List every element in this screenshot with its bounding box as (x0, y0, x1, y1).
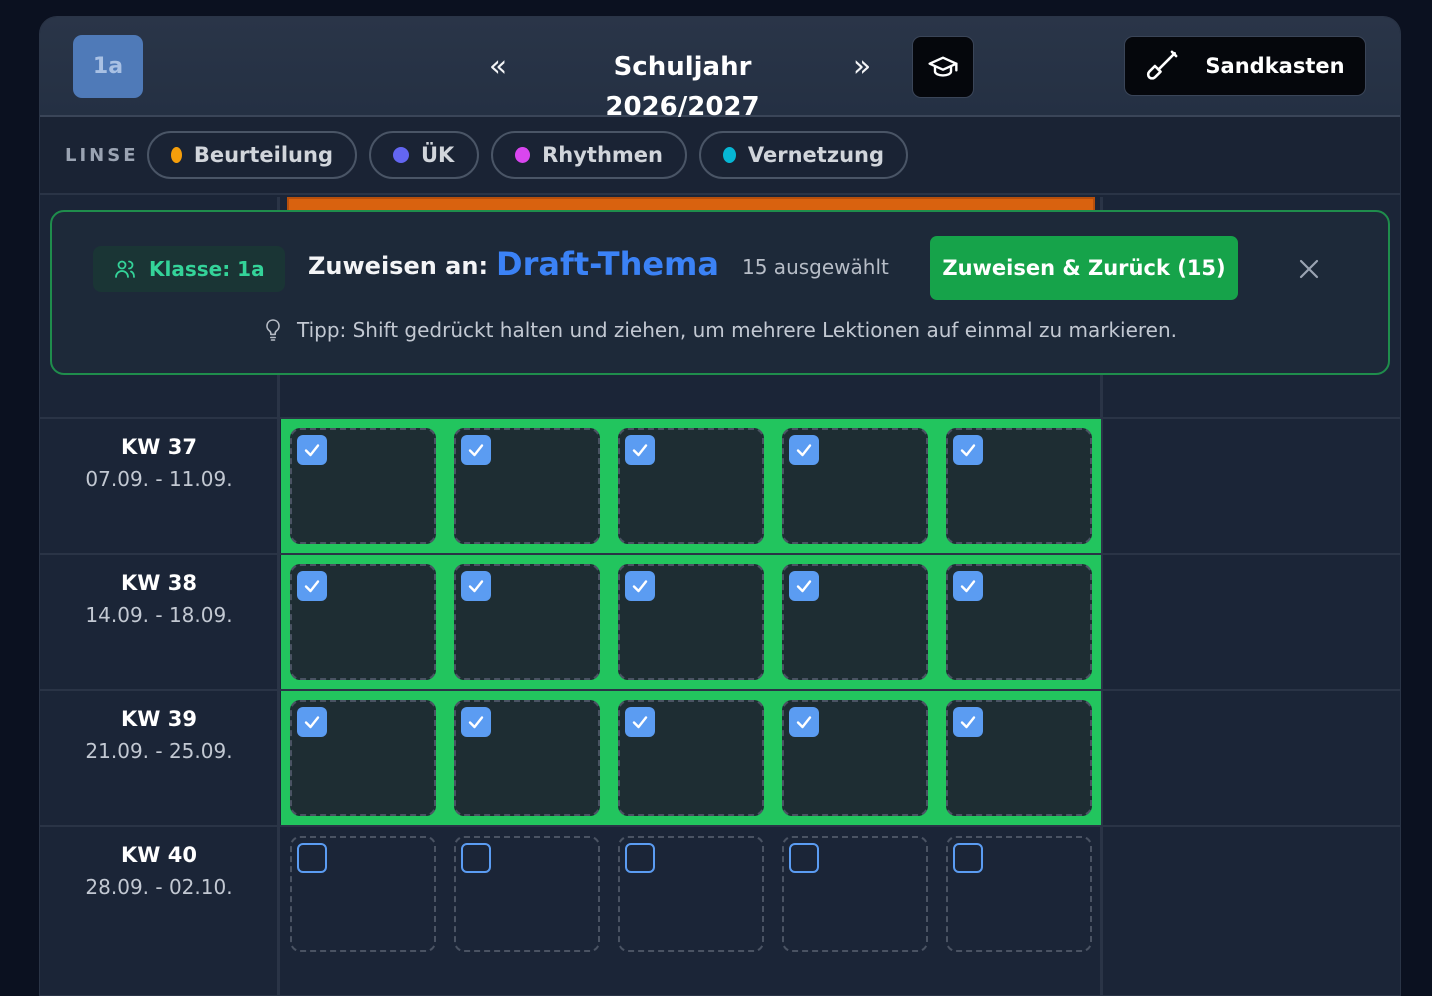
week-dates: 07.09. - 11.09. (85, 467, 233, 491)
lesson-slot[interactable] (445, 827, 609, 961)
checkbox-checked[interactable] (461, 571, 491, 601)
school-year-title: Schuljahr 2026/2027 (605, 52, 760, 122)
checkbox-checked[interactable] (789, 707, 819, 737)
checkbox-checked[interactable] (625, 707, 655, 737)
lesson-slot[interactable] (773, 419, 937, 553)
checkbox-checked[interactable] (953, 707, 983, 737)
checkbox-unchecked[interactable] (625, 843, 655, 873)
header-bar: 1a « Schuljahr 2026/2027 » Sandkasten (40, 17, 1400, 122)
assign-target: Draft-Thema (496, 245, 719, 283)
selected-count: 15 ausgewählt (742, 255, 889, 279)
week-label: KW 38 14.09. - 18.09. (40, 571, 278, 627)
lesson-slot[interactable] (445, 555, 609, 689)
lens-bar: LINSE Beurteilung ÜK Rhythmen Vernetzung (40, 117, 1400, 195)
klasse-label: Klasse: 1a (149, 257, 265, 281)
week-row: KW 40 28.09. - 02.10. (40, 825, 1400, 961)
lesson-slot[interactable] (609, 555, 773, 689)
checkbox-checked[interactable] (297, 571, 327, 601)
lens-chip-beurteilung[interactable]: Beurteilung (147, 131, 357, 179)
checkbox-checked[interactable] (789, 571, 819, 601)
week-row: KW 39 21.09. - 25.09. (40, 689, 1400, 825)
lens-label: LINSE (65, 145, 139, 166)
lesson-slot[interactable] (937, 827, 1101, 961)
checkbox-unchecked[interactable] (953, 843, 983, 873)
week-row: KW 38 14.09. - 18.09. (40, 553, 1400, 689)
week-dates: 28.09. - 02.10. (85, 875, 233, 899)
lens-chip-label: Beurteilung (193, 143, 333, 167)
lesson-slot[interactable] (445, 691, 609, 825)
sandbox-button[interactable]: Sandkasten (1124, 36, 1366, 96)
lens-dot (723, 147, 736, 163)
double-chevron-right-icon[interactable]: » (842, 47, 882, 87)
lens-chip-uek[interactable]: ÜK (369, 131, 479, 179)
lesson-slot[interactable] (609, 419, 773, 553)
checkbox-unchecked[interactable] (297, 843, 327, 873)
checkbox-checked[interactable] (625, 571, 655, 601)
klasse-chip: Klasse: 1a (93, 246, 285, 292)
lesson-slot[interactable] (281, 555, 445, 689)
week-number: KW 40 (121, 843, 197, 867)
assign-panel: Klasse: 1a Zuweisen an: Draft-Thema 15 a… (50, 210, 1390, 375)
lens-chip-label: Vernetzung (747, 143, 884, 167)
lesson-slot[interactable] (281, 691, 445, 825)
lesson-slot[interactable] (773, 691, 937, 825)
lesson-slot[interactable] (773, 555, 937, 689)
lesson-slot[interactable] (937, 691, 1101, 825)
checkbox-checked[interactable] (953, 571, 983, 601)
checkbox-checked[interactable] (625, 435, 655, 465)
graduation-cap-icon (928, 56, 958, 77)
close-icon (1299, 259, 1319, 279)
checkbox-unchecked[interactable] (461, 843, 491, 873)
week-label: KW 39 21.09. - 25.09. (40, 707, 278, 763)
week-label: KW 40 28.09. - 02.10. (40, 843, 278, 899)
graduation-button[interactable] (912, 36, 974, 98)
lesson-slot[interactable] (281, 419, 445, 553)
double-chevron-left-icon[interactable]: « (478, 47, 518, 87)
week-dates: 14.09. - 18.09. (85, 603, 233, 627)
checkbox-checked[interactable] (297, 435, 327, 465)
lesson-slot[interactable] (445, 419, 609, 553)
checkbox-checked[interactable] (789, 435, 819, 465)
checkbox-checked[interactable] (461, 707, 491, 737)
week-label: KW 37 07.09. - 11.09. (40, 435, 278, 491)
week-dates: 21.09. - 25.09. (85, 739, 233, 763)
checkbox-checked[interactable] (297, 707, 327, 737)
lens-chip-label: ÜK (421, 143, 455, 167)
tip-row: Tipp: Shift gedrückt halten und ziehen, … (52, 318, 1388, 342)
lens-dot (393, 147, 409, 163)
week-number: KW 39 (121, 707, 197, 731)
lens-chip-label: Rhythmen (542, 143, 663, 167)
lightbulb-icon (266, 319, 280, 341)
lesson-slot[interactable] (609, 827, 773, 961)
shovel-icon (1147, 50, 1178, 80)
sandbox-label: Sandkasten (1205, 54, 1345, 78)
lesson-slot[interactable] (281, 827, 445, 961)
lesson-slot[interactable] (937, 555, 1101, 689)
lesson-slot[interactable] (609, 691, 773, 825)
class-badge[interactable]: 1a (73, 35, 143, 98)
week-number: KW 37 (121, 435, 197, 459)
checkbox-checked[interactable] (953, 435, 983, 465)
lesson-slot[interactable] (773, 827, 937, 961)
checkbox-checked[interactable] (461, 435, 491, 465)
close-button[interactable] (1292, 252, 1326, 286)
checkbox-unchecked[interactable] (789, 843, 819, 873)
lens-chip-rhythmen[interactable]: Rhythmen (491, 131, 687, 179)
week-number: KW 38 (121, 571, 197, 595)
lens-dot (515, 147, 531, 163)
users-icon (115, 260, 135, 278)
lens-dot (171, 147, 182, 163)
week-row: KW 37 07.09. - 11.09. (40, 417, 1400, 553)
planner-app: 1a « Schuljahr 2026/2027 » Sandkasten LI… (39, 16, 1401, 996)
assign-label: Zuweisen an: (308, 252, 489, 280)
lens-chip-vernetzung[interactable]: Vernetzung (699, 131, 908, 179)
lesson-slot[interactable] (937, 419, 1101, 553)
tip-text: Tipp: Shift gedrückt halten und ziehen, … (296, 318, 1178, 342)
assign-and-back-button[interactable]: Zuweisen & Zurück (15) (930, 236, 1238, 300)
